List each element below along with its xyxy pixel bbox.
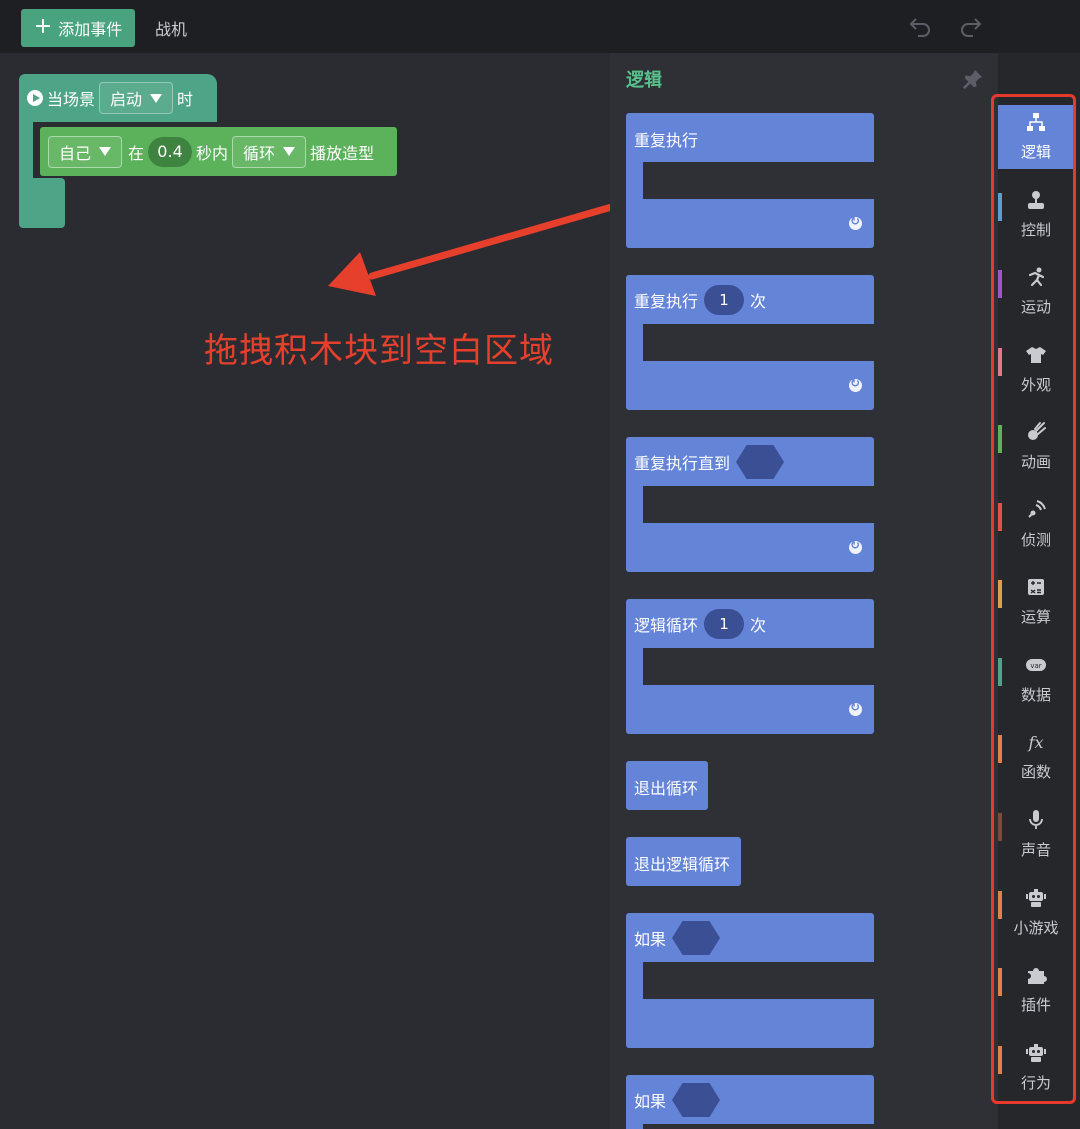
add-event-label: 添加事件	[58, 20, 123, 39]
target-name[interactable]: 战机	[155, 16, 187, 40]
add-event-button[interactable]: + 添加事件	[21, 9, 135, 47]
scene-event-value: 启动	[110, 90, 143, 109]
dropdown-arrow-icon	[150, 93, 163, 103]
loop-mode-dropdown[interactable]: 循环	[232, 135, 307, 168]
play-costume-block[interactable]: 自己 在 0.4 秒内 循环 播放造型	[40, 127, 397, 176]
break-logic-loop-block[interactable]: 退出逻辑循环	[626, 837, 741, 886]
block-label: 退出循环	[634, 779, 699, 798]
seconds-input[interactable]: 0.4	[148, 136, 193, 167]
plus-icon: +	[33, 14, 53, 39]
block-label: 退出逻辑循环	[634, 855, 731, 874]
top-toolbar	[0, 0, 998, 53]
target-value: 自己	[59, 143, 92, 163]
break-loop-block[interactable]: 退出循环	[626, 761, 708, 810]
target-dropdown[interactable]: 自己	[48, 135, 123, 168]
logic-loop-block[interactable]: 逻辑循环 1 次	[626, 599, 874, 734]
loop-icon	[849, 538, 862, 554]
event-block-foot	[19, 178, 65, 228]
loop-count-input[interactable]: 1	[704, 609, 745, 639]
block-suffix: 次	[750, 292, 767, 311]
if-block[interactable]: 如果	[626, 913, 874, 1048]
block-label: 如果	[634, 1092, 667, 1111]
condition-slot[interactable]	[736, 445, 785, 479]
block-label: 逻辑循环	[634, 616, 699, 635]
redo-icon[interactable]	[959, 14, 983, 38]
dropdown-arrow-icon	[283, 147, 296, 156]
block-label: 重复执行	[634, 131, 699, 150]
block-label: 重复执行直到	[634, 454, 731, 473]
pin-icon[interactable]	[962, 68, 984, 90]
loop-icon	[849, 376, 862, 392]
scene-start-event-block[interactable]: 当场景 启动 时	[19, 74, 217, 122]
if-else-block[interactable]: 如果	[626, 1075, 874, 1129]
repeat-forever-block[interactable]: 重复执行	[626, 113, 874, 248]
hat-text-then: 时	[177, 90, 194, 109]
repeat-count-input[interactable]: 1	[704, 285, 745, 315]
play-icon	[27, 90, 43, 106]
hat-text-when: 当场景	[47, 90, 96, 109]
scene-event-dropdown[interactable]: 启动	[99, 82, 174, 114]
repeat-until-block[interactable]: 重复执行直到	[626, 437, 874, 572]
block-label: 如果	[634, 930, 667, 949]
highlight-frame	[991, 94, 1076, 1104]
loop-icon	[849, 214, 862, 230]
loop-icon	[849, 700, 862, 716]
dropdown-arrow-icon	[99, 147, 112, 156]
anim-text-seconds: 秒内	[196, 143, 229, 163]
code-workspace[interactable]	[0, 53, 610, 1129]
repeat-times-block[interactable]: 重复执行 1 次	[626, 275, 874, 410]
palette-title: 逻辑	[626, 70, 662, 91]
block-label: 重复执行	[634, 292, 699, 311]
condition-slot[interactable]	[672, 1083, 721, 1117]
anim-text-in: 在	[128, 143, 145, 163]
condition-slot[interactable]	[672, 921, 721, 955]
anim-text-action: 播放造型	[310, 143, 375, 163]
drag-hint-text: 拖拽积木块到空白区域	[204, 331, 554, 371]
undo-icon[interactable]	[908, 14, 932, 38]
block-suffix: 次	[750, 616, 767, 635]
loop-mode-value: 循环	[243, 143, 276, 163]
